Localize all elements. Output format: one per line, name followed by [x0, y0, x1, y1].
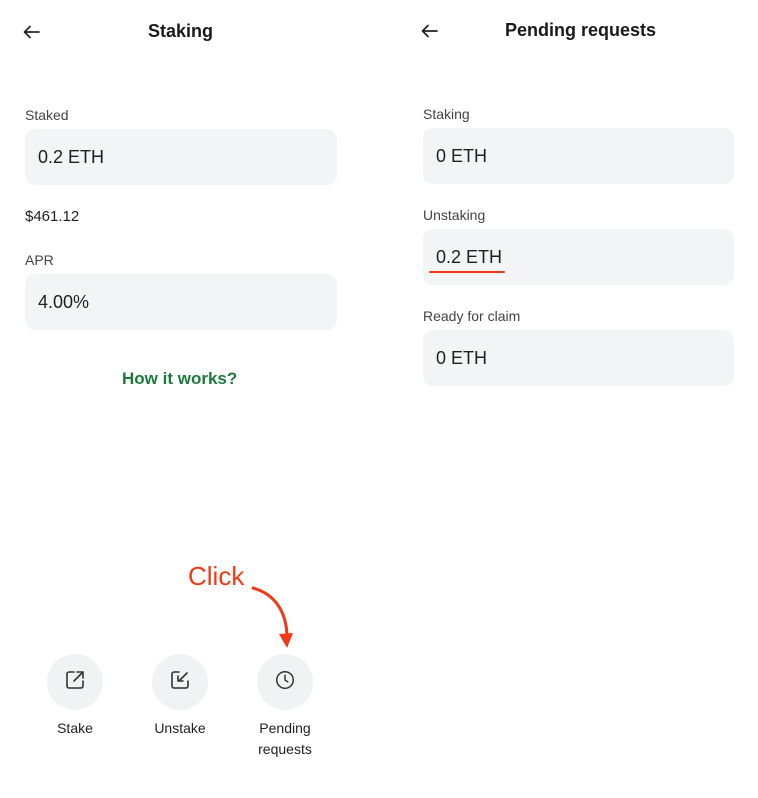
staked-value: 0.2 ETH [38, 146, 105, 167]
highlight-underline [429, 271, 505, 273]
pending-requests-button[interactable] [257, 654, 313, 710]
staked-field: 0.2 ETH [25, 129, 337, 185]
unstaking-value: 0.2 ETH [436, 246, 503, 267]
stake-icon [63, 668, 87, 697]
staking-field: 0 ETH [423, 128, 734, 184]
usd-value: $461.12 [25, 208, 80, 225]
ready-for-claim-field: 0 ETH [423, 330, 734, 386]
pending-requests-label: Pending requests [258, 720, 312, 757]
ready-for-claim-value: 0 ETH [436, 347, 488, 368]
how-it-works-link[interactable]: How it works? [122, 369, 237, 389]
unstaking-field: 0.2 ETH [423, 229, 734, 285]
unstake-button[interactable] [152, 654, 208, 710]
staked-label: Staked [25, 107, 69, 123]
back-arrow-icon[interactable] [19, 19, 45, 45]
click-annotation: Click [188, 561, 245, 591]
unstake-label: Unstake [154, 720, 206, 736]
page-title: Pending requests [505, 20, 657, 40]
page-title: Staking [148, 21, 214, 41]
annotation-arrow [251, 586, 293, 648]
stake-label: Stake [57, 720, 93, 736]
clock-icon [274, 669, 296, 696]
apr-value: 4.00% [38, 291, 90, 312]
staking-value: 0 ETH [436, 145, 488, 166]
unstake-icon [168, 668, 192, 697]
apr-label: APR [25, 252, 54, 268]
unstaking-label: Unstaking [423, 207, 486, 223]
ready-for-claim-label: Ready for claim [423, 308, 521, 324]
back-arrow-icon[interactable] [417, 18, 443, 44]
apr-field: 4.00% [25, 274, 337, 330]
stake-button[interactable] [47, 654, 103, 710]
staking-label: Staking [423, 106, 470, 122]
